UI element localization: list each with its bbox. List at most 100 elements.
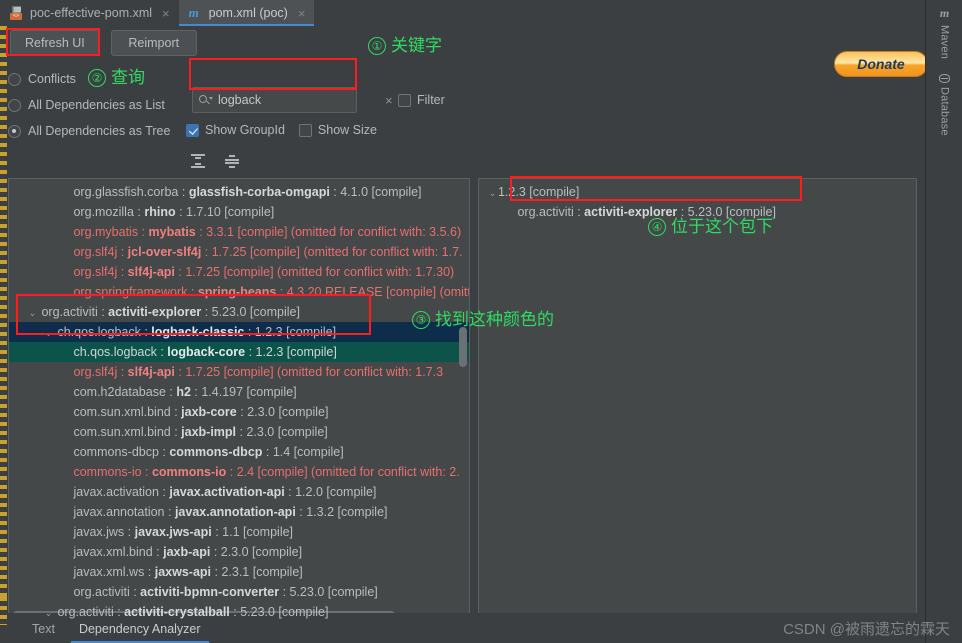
- chevron-down-icon[interactable]: ⌄: [27, 303, 38, 323]
- radio-icon-selected: [8, 125, 21, 138]
- tree-row-label: org.slf4j : slf4j-api : 1.7.25 [compile]…: [9, 265, 454, 279]
- clear-search-icon[interactable]: ×: [385, 93, 393, 108]
- tree-row[interactable]: ⌄ ch.qos.logback : logback-classic : 1.2…: [9, 322, 469, 342]
- tree-row[interactable]: org.activiti : activiti-bpmn-converter :…: [9, 582, 469, 602]
- radio-icon: [8, 99, 21, 112]
- ide-window: <> poc-effective-pom.xml × m pom.xml (po…: [0, 0, 962, 643]
- maven-dependency-analyzer-panel: Refresh UI Reimport Conflicts All Depend…: [0, 26, 925, 643]
- dependency-tree-right[interactable]: ⌄1.2.3 [compile] org.activiti : activiti…: [478, 178, 917, 623]
- tree-row[interactable]: org.springframework : spring-beans : 4.3…: [9, 282, 469, 302]
- tree-row[interactable]: com.sun.xml.bind : jaxb-impl : 2.3.0 [co…: [9, 422, 469, 442]
- tree-row-label: ⌄ ch.qos.logback : logback-classic : 1.2…: [9, 325, 336, 339]
- dependency-tree-left[interactable]: org.glassfish.corba : glassfish-corba-om…: [8, 178, 470, 623]
- tree-row-label: org.glassfish.corba : glassfish-corba-om…: [9, 185, 422, 199]
- tree-row-label: org.slf4j : slf4j-api : 1.7.25 [compile]…: [9, 365, 443, 379]
- close-icon[interactable]: ×: [298, 7, 306, 20]
- maven-icon: m: [940, 6, 949, 21]
- editor-tab-label: poc-effective-pom.xml: [30, 6, 152, 20]
- tree-row-label: ⌄ org.activiti : activiti-explorer : 5.2…: [9, 305, 300, 319]
- xml-file-icon: <>: [10, 6, 24, 20]
- tree-row-label: com.sun.xml.bind : jaxb-core : 2.3.0 [co…: [9, 405, 328, 419]
- tree-row[interactable]: com.h2database : h2 : 1.4.197 [compile]: [9, 382, 469, 402]
- tree-row[interactable]: javax.jws : javax.jws-api : 1.1 [compile…: [9, 522, 469, 542]
- tree-row-label: org.activiti : activiti-bpmn-converter :…: [9, 585, 378, 599]
- close-icon[interactable]: ×: [162, 7, 170, 20]
- tree-row-label: javax.xml.bind : jaxb-api : 2.3.0 [compi…: [9, 545, 302, 559]
- marker-gutter-bottom: [0, 597, 7, 625]
- editor-tab-pom-xml[interactable]: m pom.xml (poc) ×: [179, 0, 315, 26]
- tab-text[interactable]: Text: [20, 622, 67, 643]
- csdn-watermark: CSDN @被雨遗忘的霖天: [783, 618, 950, 639]
- search-field-wrapper: ×: [192, 87, 357, 113]
- tree-row[interactable]: org.slf4j : jcl-over-slf4j : 1.7.25 [com…: [9, 242, 469, 262]
- checkbox-icon: [299, 124, 312, 137]
- marker-gutter: [0, 152, 7, 597]
- marker-gutter-top: [0, 26, 7, 152]
- tree-row[interactable]: com.sun.xml.bind : jaxb-core : 2.3.0 [co…: [9, 402, 469, 422]
- panel-button-row: Refresh UI Reimport: [10, 30, 197, 56]
- checkbox-show-size[interactable]: Show Size: [299, 123, 377, 137]
- tree-row[interactable]: ⌄ org.activiti : activiti-explorer : 5.2…: [9, 302, 469, 322]
- tree-row[interactable]: ⌄1.2.3 [compile]: [479, 182, 916, 202]
- database-icon: [939, 74, 950, 83]
- editor-tab-label: pom.xml (poc): [209, 6, 288, 20]
- tree-row[interactable]: javax.xml.ws : jaxws-api : 2.3.1 [compil…: [9, 562, 469, 582]
- tree-row-label: ⌄1.2.3 [compile]: [479, 185, 579, 199]
- tree-row[interactable]: javax.xml.bind : jaxb-api : 2.3.0 [compi…: [9, 542, 469, 562]
- tree-row-label: javax.xml.ws : jaxws-api : 2.3.1 [compil…: [9, 565, 303, 579]
- tool-window-sidebar: m Maven Database: [925, 0, 962, 643]
- tree-row[interactable]: javax.annotation : javax.annotation-api …: [9, 502, 469, 522]
- tree-row-label: javax.activation : javax.activation-api …: [9, 485, 376, 499]
- tree-row[interactable]: commons-io : commons-io : 2.4 [compile] …: [9, 462, 469, 482]
- search-input[interactable]: [218, 93, 379, 107]
- editor-tab-poc-effective-pom[interactable]: <> poc-effective-pom.xml ×: [0, 0, 179, 26]
- radio-all-dependencies-as-list[interactable]: All Dependencies as List: [8, 92, 170, 118]
- editor-tab-strip: <> poc-effective-pom.xml × m pom.xml (po…: [0, 0, 925, 26]
- tree-rows: org.glassfish.corba : glassfish-corba-om…: [9, 182, 469, 622]
- tree-row-label: commons-dbcp : commons-dbcp : 1.4 [compi…: [9, 445, 344, 459]
- tree-row-label: ⌄ org.activiti : activiti-crystalball : …: [9, 605, 328, 619]
- tab-dependency-analyzer[interactable]: Dependency Analyzer: [67, 622, 213, 643]
- tree-row[interactable]: org.slf4j : slf4j-api : 1.7.25 [compile]…: [9, 262, 469, 282]
- vertical-scrollbar[interactable]: [459, 327, 467, 367]
- tree-row[interactable]: org.mozilla : rhino : 1.7.10 [compile]: [9, 202, 469, 222]
- donate-button[interactable]: Donate: [834, 51, 928, 77]
- tree-row[interactable]: org.slf4j : slf4j-api : 1.7.25 [compile]…: [9, 362, 469, 382]
- expand-all-icon[interactable]: [190, 154, 206, 170]
- maven-icon: m: [189, 6, 203, 20]
- tree-row[interactable]: org.mybatis : mybatis : 3.3.1 [compile] …: [9, 222, 469, 242]
- tree-row[interactable]: commons-dbcp : commons-dbcp : 1.4 [compi…: [9, 442, 469, 462]
- tree-row-label: commons-io : commons-io : 2.4 [compile] …: [9, 465, 460, 479]
- tree-row[interactable]: javax.activation : javax.activation-api …: [9, 482, 469, 502]
- chevron-down-icon[interactable]: ⌄: [43, 603, 54, 623]
- search-icon[interactable]: [199, 94, 212, 107]
- annotation-query: ②查询: [88, 63, 145, 88]
- checkbox-filter[interactable]: Filter: [398, 93, 445, 107]
- annotation-keyword: ①关键字: [368, 31, 442, 56]
- tree-row-label: org.springframework : spring-beans : 4.3…: [9, 285, 470, 299]
- tree-action-buttons: [190, 154, 240, 170]
- checkbox-show-groupid[interactable]: Show GroupId: [186, 123, 285, 137]
- tree-row-label: ch.qos.logback : logback-core : 1.2.3 [c…: [9, 345, 337, 359]
- annotation-find-this-color: ③找到这种颜色的: [412, 305, 554, 330]
- sidebar-item-maven[interactable]: m Maven: [926, 6, 962, 59]
- tree-row-label: com.sun.xml.bind : jaxb-impl : 2.3.0 [co…: [9, 425, 328, 439]
- sidebar-item-database[interactable]: Database: [926, 74, 962, 136]
- refresh-ui-button[interactable]: Refresh UI: [10, 30, 100, 56]
- chevron-down-icon[interactable]: ⌄: [487, 183, 498, 203]
- tree-row-label: org.mozilla : rhino : 1.7.10 [compile]: [9, 205, 274, 219]
- tree-row[interactable]: ch.qos.logback : logback-core : 1.2.3 [c…: [9, 342, 469, 362]
- reimport-button[interactable]: Reimport: [111, 30, 197, 56]
- tree-row[interactable]: org.glassfish.corba : glassfish-corba-om…: [9, 182, 469, 202]
- radio-all-dependencies-as-tree[interactable]: All Dependencies as Tree: [8, 118, 170, 144]
- annotation-under-this-package: ④位于这个包下: [648, 212, 773, 237]
- tree-row-label: javax.annotation : javax.annotation-api …: [9, 505, 388, 519]
- display-options: Show GroupId Show Size: [186, 123, 377, 137]
- checkbox-icon-checked: [186, 124, 199, 137]
- tree-row-label: org.mybatis : mybatis : 3.3.1 [compile] …: [9, 225, 461, 239]
- search-box[interactable]: ×: [192, 87, 357, 113]
- radio-icon: [8, 73, 21, 86]
- checkbox-icon: [398, 94, 411, 107]
- chevron-down-icon[interactable]: ⌄: [43, 323, 54, 343]
- collapse-all-icon[interactable]: [224, 154, 240, 170]
